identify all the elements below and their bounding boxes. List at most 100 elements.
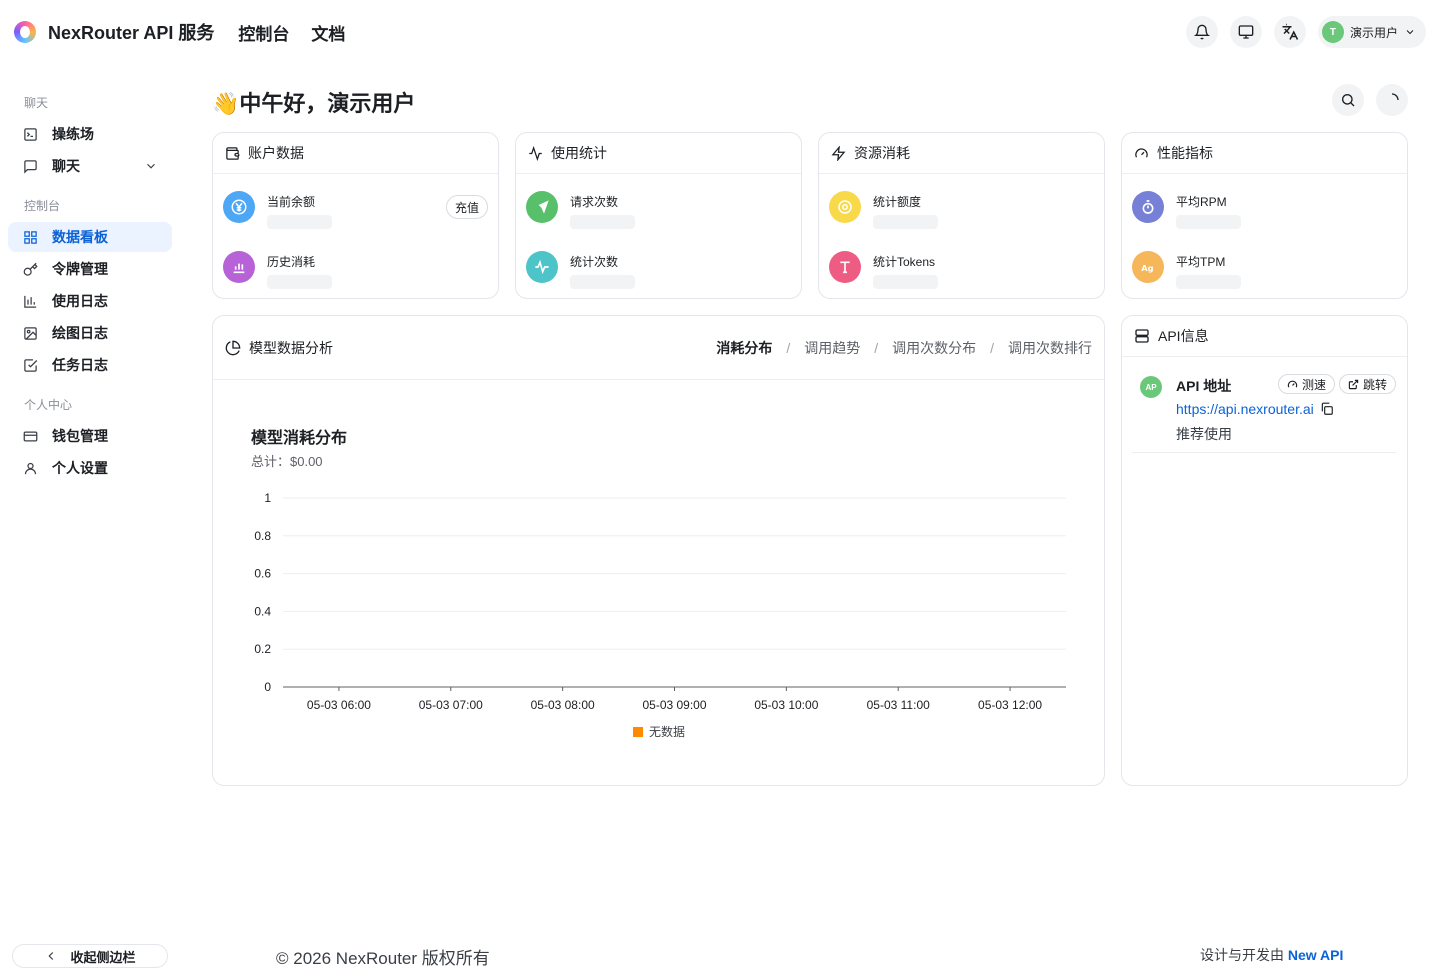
card-title: 账户数据 xyxy=(248,145,304,161)
sidebar-item-label: 操练场 xyxy=(52,126,94,142)
sidebar-item-tokens[interactable]: 令牌管理 xyxy=(8,254,172,284)
stat-quota: 统计额度 xyxy=(829,191,938,229)
send-icon xyxy=(526,191,558,223)
x-tick-label: 05-03 11:00 xyxy=(867,698,930,712)
ag-icon: Ag xyxy=(1132,251,1164,283)
notification-button[interactable] xyxy=(1185,16,1218,48)
account-data-card: 账户数据 当前余额 充值 历史消耗 xyxy=(212,132,499,299)
yen-icon xyxy=(223,191,255,223)
coin-icon xyxy=(829,191,861,223)
wallet-icon xyxy=(226,146,240,160)
sidebar-item-usage-logs[interactable]: 使用日志 xyxy=(8,286,172,316)
card-header: API信息 xyxy=(1122,316,1407,357)
card-header: 模型数据分析 消耗分布 / 调用趋势 / 调用次数分布 / 调用次数排行 xyxy=(213,316,1104,380)
y-tick-label: 1 xyxy=(264,491,271,505)
nav-console[interactable]: 控制台 xyxy=(238,20,289,45)
api-avatar: AP xyxy=(1140,376,1162,398)
card-title: 性能指标 xyxy=(1157,145,1213,161)
user-name: 演示用户 xyxy=(1349,25,1398,40)
collapse-sidebar-button[interactable]: 收起侧边栏 xyxy=(12,944,168,968)
stat-label: 统计次数 xyxy=(570,255,619,269)
sidebar-item-task-logs[interactable]: 任务日志 xyxy=(8,350,172,380)
y-tick-label: 0.2 xyxy=(254,642,271,656)
sidebar-item-wallet[interactable]: 钱包管理 xyxy=(8,421,172,451)
copyright: © 2026 NexRouter 版权所有 xyxy=(276,949,490,968)
image-icon xyxy=(22,325,38,341)
sidebar-group-personal: 个人中心 xyxy=(24,398,73,412)
tab-call-count-ranking[interactable]: 调用次数排行 xyxy=(1008,338,1092,358)
sidebar-item-label: 任务日志 xyxy=(52,357,108,373)
y-tick-label: 0.6 xyxy=(254,567,271,581)
refresh-button[interactable] xyxy=(1376,84,1408,116)
header-actions: T 演示用户 xyxy=(1185,16,1426,48)
tab-call-trend[interactable]: 调用趋势 xyxy=(804,338,860,358)
speed-test-button[interactable]: 测速 xyxy=(1277,374,1335,394)
value-skeleton xyxy=(267,215,332,229)
user-avatar: T xyxy=(1321,21,1344,43)
y-tick-label: 0 xyxy=(264,680,271,694)
tab-separator: / xyxy=(990,339,994,356)
chevron-down-icon xyxy=(1406,30,1414,35)
sidebar-group-chat: 聊天 xyxy=(24,96,49,110)
value-skeleton xyxy=(1176,215,1241,229)
card-header: 账户数据 xyxy=(213,133,498,174)
y-tick-label: 0.4 xyxy=(254,604,271,618)
language-button[interactable] xyxy=(1273,16,1306,48)
gauge-icon xyxy=(1287,380,1298,388)
sidebar-item-settings[interactable]: 个人设置 xyxy=(8,453,172,483)
api-title: API 地址 xyxy=(1176,378,1232,394)
sidebar-item-label: 令牌管理 xyxy=(52,261,108,277)
usage-stats-card: 使用统计 请求次数 统计次数 xyxy=(515,132,802,299)
collapse-sidebar-label: 收起侧边栏 xyxy=(70,949,136,965)
main-actions xyxy=(1332,84,1408,116)
sidebar-group-console: 控制台 xyxy=(24,199,61,213)
chart-total: 总计：$0.00 xyxy=(251,454,323,469)
pie-chart-icon xyxy=(225,340,241,355)
new-api-link[interactable]: New API xyxy=(1288,947,1344,963)
page-title: 👋中午好，演示用户 xyxy=(212,91,416,116)
x-tick-label: 05-03 09:00 xyxy=(642,698,706,712)
sidebar-item-drawing-logs[interactable]: 绘图日志 xyxy=(8,318,172,348)
sidebar-item-label: 钱包管理 xyxy=(52,428,108,444)
model-consumption-chart: 0 0.2 0.4 0.6 0.8 1 05-03 06:00 05-03 07:00 05-0… xyxy=(254,491,1066,739)
text-icon xyxy=(829,251,861,283)
nav-docs[interactable]: 文档 xyxy=(311,20,345,45)
brand-name[interactable]: NexRouter API 服务 xyxy=(48,19,214,45)
x-tick-label: 05-03 10:00 xyxy=(754,698,818,712)
api-url[interactable]: https://api.nexrouter.ai xyxy=(1176,401,1314,417)
card-header: 使用统计 xyxy=(516,133,801,174)
api-url-link[interactable]: https://api.nexrouter.ai xyxy=(1176,401,1334,417)
search-icon xyxy=(1342,94,1355,107)
bell-icon xyxy=(1193,24,1210,40)
timer-icon xyxy=(1132,191,1164,223)
stat-avg-tpm: Ag 平均TPM xyxy=(1132,251,1241,289)
bolt-icon xyxy=(831,145,846,161)
activity-icon xyxy=(529,145,542,161)
tab-consumption-distribution[interactable]: 消耗分布 xyxy=(716,338,772,358)
sidebar-item-dashboard[interactable]: 数据看板 xyxy=(8,222,172,252)
stat-count: 统计次数 xyxy=(526,251,635,289)
jump-button[interactable]: 跳转 xyxy=(1338,374,1396,394)
card-title: API信息 xyxy=(1158,328,1209,344)
translate-icon xyxy=(1282,23,1299,40)
bar-chart-icon xyxy=(223,251,255,283)
sidebar-item-playground[interactable]: 操练场 xyxy=(8,119,172,149)
chevron-down-icon[interactable] xyxy=(144,159,158,173)
value-skeleton xyxy=(570,215,635,229)
user-menu[interactable]: T 演示用户 xyxy=(1317,16,1426,48)
theme-button[interactable] xyxy=(1229,16,1262,48)
sidebar-item-label: 聊天 xyxy=(52,158,80,174)
gauge-icon xyxy=(1135,147,1148,158)
search-button[interactable] xyxy=(1332,84,1364,116)
y-tick-label: 0.8 xyxy=(254,529,271,543)
sidebar-item-chat[interactable]: 聊天 xyxy=(8,151,172,181)
chart-title: 模型消耗分布 xyxy=(251,430,348,447)
recharge-button[interactable]: 充值 xyxy=(445,195,488,219)
x-tick-label: 05-03 08:00 xyxy=(531,698,595,712)
stat-label: 当前余额 xyxy=(267,195,316,209)
api-info-card: API信息 AP API 地址 测速 跳转 https://api.nexrou… xyxy=(1121,315,1408,786)
tab-call-count-distribution[interactable]: 调用次数分布 xyxy=(892,338,976,358)
copy-icon[interactable] xyxy=(1320,402,1334,416)
brand-logo-icon[interactable] xyxy=(14,21,36,43)
checkbox-icon xyxy=(22,357,38,373)
